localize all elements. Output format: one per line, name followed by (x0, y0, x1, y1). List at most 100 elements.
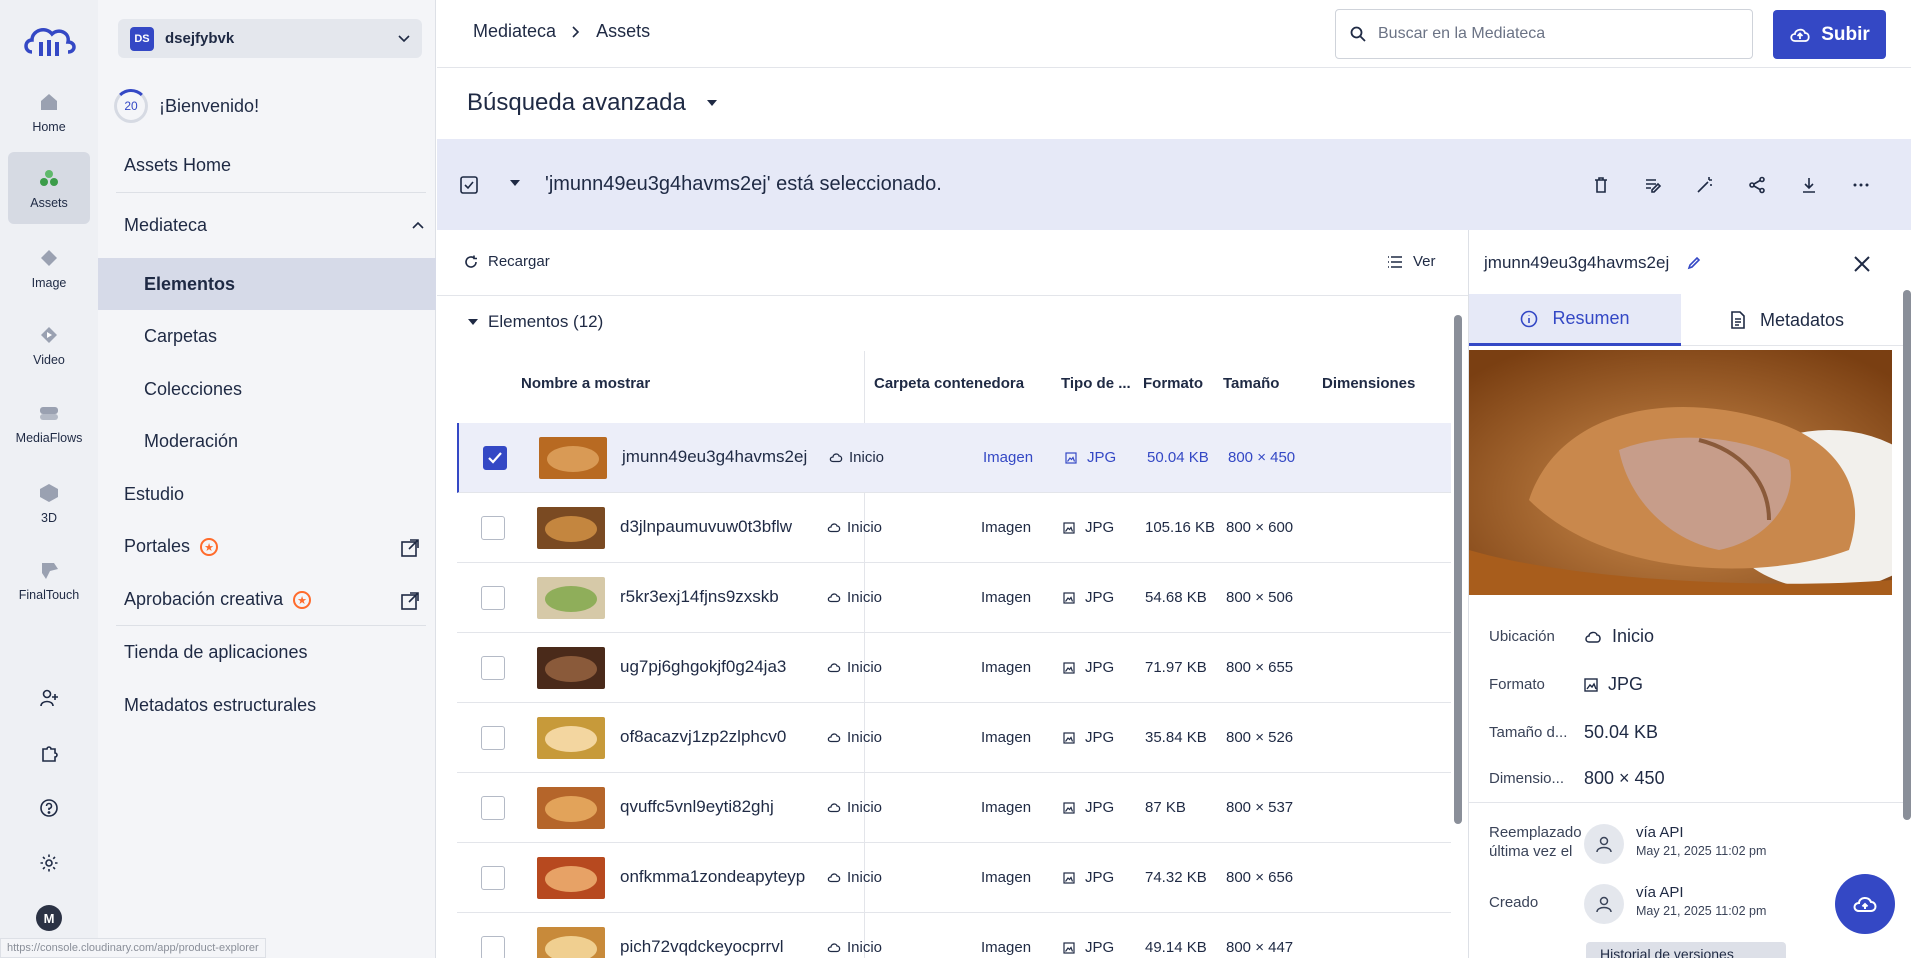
rail-video[interactable]: Video (8, 309, 90, 381)
upload-button[interactable]: Subir (1773, 10, 1886, 59)
pencil-icon[interactable] (1687, 256, 1701, 270)
sidebar-item-tienda[interactable]: Tienda de aplicaciones (124, 642, 307, 663)
sidebar-item-carpetas[interactable]: Carpetas (98, 310, 436, 362)
asset-thumbnail[interactable] (537, 857, 605, 899)
magic-wand-icon[interactable] (1690, 170, 1720, 200)
table-row[interactable]: jmunn49eu3g4havms2ej Inicio Imagen JPG 50.04… (457, 423, 1451, 493)
rail-mediaflows[interactable]: MediaFlows (8, 387, 90, 459)
row-checkbox[interactable] (481, 936, 505, 958)
delete-icon[interactable] (1586, 170, 1616, 200)
add-user-icon[interactable] (32, 681, 66, 715)
row-checkbox[interactable] (481, 516, 505, 540)
list-scrollbar[interactable] (1454, 315, 1462, 824)
asset-name[interactable]: jmunn49eu3g4havms2ej (622, 447, 807, 467)
asset-name[interactable]: ug7pj6ghgokjf0g24ja3 (620, 657, 786, 677)
breadcrumb-root[interactable]: Mediateca (473, 21, 556, 42)
selection-caret-icon[interactable] (509, 179, 521, 187)
col-folder[interactable]: Carpeta contenedora (874, 375, 1024, 392)
gear-icon[interactable] (32, 846, 66, 880)
rail-assets[interactable]: Assets (8, 152, 90, 224)
dimensions-key: Dimensio... (1489, 770, 1565, 787)
table-row[interactable]: of8acazvj1zp2zlphcv0 Inicio Imagen JPG 35.84… (457, 703, 1451, 773)
asset-name[interactable]: onfkmma1zondeapyteyp (620, 867, 805, 887)
rail-home[interactable]: Home (8, 76, 90, 148)
tab-metadata[interactable]: Metadatos (1681, 294, 1893, 346)
asset-thumbnail[interactable] (537, 577, 605, 619)
sidebar-item-metadatos[interactable]: Metadatos estructurales (124, 695, 316, 716)
row-checkbox[interactable] (481, 586, 505, 610)
details-scrollbar[interactable] (1903, 290, 1911, 820)
row-checkbox[interactable] (481, 656, 505, 680)
table-row[interactable]: r5kr3exj14fjns9zxskb Inicio Imagen JPG 54.68… (457, 563, 1451, 633)
rail-image[interactable]: Image (8, 232, 90, 304)
sidebar-item-mediateca[interactable]: Mediateca (124, 215, 424, 236)
asset-thumbnail[interactable] (537, 717, 605, 759)
group-header[interactable]: Elementos (12) (468, 312, 603, 332)
more-options-icon[interactable] (1846, 170, 1876, 200)
sidebar-item-colecciones[interactable]: Colecciones (98, 363, 436, 415)
chevron-down-icon (398, 34, 410, 42)
col-dimensions[interactable]: Dimensiones (1322, 375, 1415, 392)
asset-format: JPG (1065, 449, 1116, 466)
row-checkbox[interactable] (481, 866, 505, 890)
view-button[interactable]: Ver (1387, 253, 1436, 270)
share-icon[interactable] (1742, 170, 1772, 200)
advanced-search-toggle[interactable]: Búsqueda avanzada (467, 89, 718, 117)
version-history-button[interactable]: Historial de versiones (1586, 942, 1786, 958)
cloudinary-logo[interactable] (22, 22, 76, 58)
table-row[interactable]: onfkmma1zondeapyteyp Inicio Imagen JPG 74.32… (457, 843, 1451, 913)
col-name[interactable]: Nombre a mostrar (521, 375, 650, 392)
col-type[interactable]: Tipo de ... (1061, 375, 1131, 392)
asset-thumbnail[interactable] (537, 787, 605, 829)
sidebar-item-estudio[interactable]: Estudio (124, 484, 184, 505)
search-input[interactable] (1378, 25, 1752, 43)
edit-list-icon[interactable] (1638, 170, 1668, 200)
select-all-checkbox-icon[interactable] (459, 175, 479, 195)
asset-name[interactable]: pich72vqdckeyocprrvl (620, 937, 783, 957)
table-header: Nombre a mostrar Carpeta contenedora Tip… (457, 352, 1451, 418)
format-text: JPG (1085, 589, 1115, 606)
asset-name[interactable]: d3jlnpaumuvuw0t3bflw (620, 517, 792, 537)
sidebar-item-aprobacion[interactable]: Aprobación creativa ★ (124, 589, 428, 610)
table-row[interactable]: d3jlnpaumuvuw0t3bflw Inicio Imagen JPG 105.1… (457, 493, 1451, 563)
asset-thumbnail[interactable] (537, 507, 605, 549)
row-checkbox[interactable] (481, 796, 505, 820)
col-size[interactable]: Tamaño (1223, 375, 1279, 392)
asset-folder: Inicio (827, 729, 882, 746)
close-icon[interactable] (1850, 252, 1874, 276)
image-file-icon (1063, 591, 1075, 604)
asset-thumbnail[interactable] (539, 437, 607, 479)
reload-button[interactable]: Recargar (464, 253, 550, 270)
rail-finaltouch[interactable]: FinalTouch (8, 544, 90, 616)
row-checkbox[interactable] (483, 446, 507, 470)
asset-thumbnail[interactable] (537, 927, 605, 958)
asset-thumbnail[interactable] (537, 647, 605, 689)
document-icon (1731, 311, 1745, 329)
row-checkbox[interactable] (481, 726, 505, 750)
tab-summary[interactable]: Resumen (1469, 294, 1681, 346)
sidebar-item-elementos[interactable]: Elementos (98, 258, 436, 310)
table-row[interactable]: ug7pj6ghgokjf0g24ja3 Inicio Imagen JPG 71.97… (457, 633, 1451, 703)
search-box (1335, 9, 1753, 59)
puzzle-icon[interactable] (32, 736, 66, 770)
table-row[interactable]: pich72vqdckeyocprrvl Inicio Imagen JPG 49.14… (457, 913, 1451, 958)
asset-name[interactable]: qvuffc5vnl9eyti82ghj (620, 797, 774, 817)
col-format[interactable]: Formato (1143, 375, 1203, 392)
sidebar-item-assets-home[interactable]: Assets Home (124, 155, 231, 176)
image-file-icon (1063, 661, 1075, 674)
asset-name[interactable]: of8acazvj1zp2zlphcv0 (620, 727, 786, 747)
welcome-link[interactable]: 20 ¡Bienvenido! (114, 89, 259, 123)
format-text: JPG (1085, 519, 1115, 536)
cloud-selector[interactable]: DS dsejfybvk (118, 19, 422, 58)
cloud-icon (827, 733, 841, 743)
asset-name[interactable]: r5kr3exj14fjns9zxskb (620, 587, 779, 607)
upload-fab[interactable] (1835, 874, 1895, 934)
rail-3d[interactable]: 3D (8, 467, 90, 539)
user-avatar[interactable]: M (32, 901, 66, 935)
sidebar-item-portales[interactable]: Portales ★ (124, 536, 428, 557)
help-icon[interactable] (32, 791, 66, 825)
download-icon[interactable] (1794, 170, 1824, 200)
asset-format: JPG (1063, 729, 1114, 746)
sidebar-item-moderacion[interactable]: Moderación (98, 415, 436, 467)
table-row[interactable]: qvuffc5vnl9eyti82ghj Inicio Imagen JPG 87 KB… (457, 773, 1451, 843)
